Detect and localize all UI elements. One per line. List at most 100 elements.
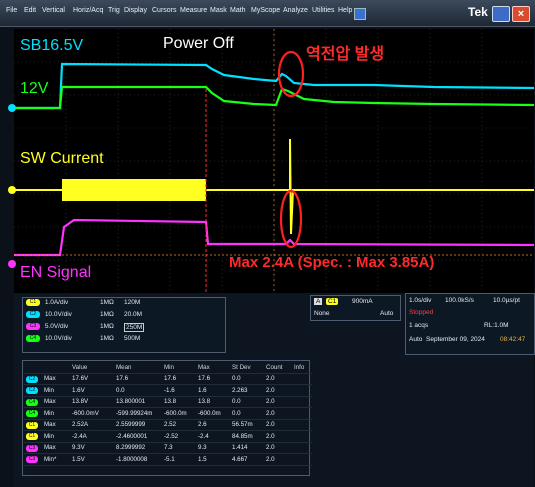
measurement-stdev-cell: 0.0 — [230, 373, 264, 385]
measurement-row[interactable]: C1 Min -2.4A -2.4600001 -2.52 -2.4 84.85m 2.0 — [24, 430, 312, 443]
c4-bw: 500M — [124, 335, 141, 342]
measurement-min-cell: -5.1 — [162, 453, 196, 466]
menu-bar: File Edit Vertical Horiz/Acq Trig Displa… — [0, 0, 535, 27]
measurement-type-cell: Min — [42, 430, 70, 443]
header-stdev: St Dev — [230, 362, 264, 374]
ch3-level-marker-icon[interactable] — [8, 260, 16, 268]
resolution: 10.0µs/pt — [493, 297, 520, 304]
measurement-channel-chip: C4 — [26, 398, 38, 406]
annotation-sb16v: SB16.5V — [20, 37, 84, 54]
measurement-row[interactable]: C1 Max 2.52A 2.5599999 2.52 2.6 56.57m 2.0 — [24, 419, 312, 431]
measurement-count-cell: 2.0 — [264, 396, 292, 408]
measurement-info-cell — [292, 442, 312, 454]
measurement-max-cell: 9.3 — [196, 442, 230, 454]
menu-help[interactable]: Help — [338, 7, 352, 14]
c2-chip: C2 — [26, 311, 40, 318]
acq-time: 08:42:47 — [500, 336, 526, 343]
annotation-power-off: Power Off — [163, 35, 234, 52]
acq-count: 1 acqs — [409, 322, 429, 329]
measurement-info-cell — [292, 407, 312, 420]
measurement-min-cell: -2.52 — [162, 430, 196, 443]
brand-logo: Tek — [468, 5, 488, 19]
measurement-type-cell: Max — [42, 396, 70, 408]
measurement-type-cell: Max — [42, 419, 70, 431]
channel-row-c3[interactable]: C3 5.0V/div 1MΩ 250M — [26, 323, 145, 333]
measurement-min-cell: 17.6 — [162, 373, 196, 385]
measurement-row[interactable]: C2 Min 1.6V 0.0 -1.6 1.6 2.263 2.0 — [24, 384, 312, 397]
measurement-max-cell: -2.4 — [196, 430, 230, 443]
trigger-mode: Auto — [380, 310, 394, 317]
menu-vertical[interactable]: Vertical — [42, 7, 65, 14]
measurement-row[interactable]: C4 Min -600.0mV -599.99924m -600.0m -600.0m 0.… — [24, 407, 312, 420]
measurement-info-cell — [292, 384, 312, 397]
measurement-channel-cell: C4 — [24, 396, 42, 408]
measurement-row[interactable]: C3 Min* 1.5V -1.8000008 -5.1 1.5 4.667 2.0 — [24, 453, 312, 466]
measurement-row[interactable]: C3 Max 9.3V 8.2999992 7.3 9.3 1.414 2.0 — [24, 442, 312, 454]
header-chip — [24, 362, 42, 374]
measurement-info-cell — [292, 453, 312, 466]
measurement-row[interactable]: C4 Max 13.8V 13.800001 13.8 13.8 0.0 2.0 — [24, 396, 312, 408]
measurement-count-cell: 2.0 — [264, 453, 292, 466]
annotation-max-current: Max 2.4A (Spec. : Max 3.85A) — [229, 254, 435, 271]
ch1-level-marker-icon[interactable] — [8, 186, 16, 194]
measurement-value-cell: 1.5V — [70, 453, 114, 466]
c1-bw: 120M — [124, 299, 141, 306]
measurement-channel-cell: C2 — [24, 384, 42, 397]
measurement-info-cell — [292, 419, 312, 431]
measurement-type-cell: Min — [42, 384, 70, 397]
menu-edit[interactable]: Edit — [24, 7, 36, 14]
menu-utilities[interactable]: Utilities — [312, 7, 335, 14]
measurement-channel-chip: C4 — [26, 410, 38, 418]
header-count: Count — [264, 362, 292, 374]
measurement-mean-cell: 8.2999992 — [114, 442, 162, 454]
trigger-label: A — [314, 298, 323, 305]
record-length: RL:1.0M — [484, 322, 509, 329]
measurement-channel-cell: C1 — [24, 419, 42, 431]
c1-impedance: 1MΩ — [100, 299, 114, 306]
menu-file[interactable]: File — [6, 7, 17, 14]
channel-row-c2[interactable]: C2 10.0V/div 1MΩ 20.0M — [26, 311, 142, 321]
c2-scale: 10.0V/div — [44, 311, 72, 319]
channel-row-c1[interactable]: C1 1.0A/div 1MΩ 120M — [26, 299, 140, 309]
measurement-max-cell: -600.0m — [196, 407, 230, 420]
c3-bw: 250M — [124, 323, 145, 332]
header-value: Value — [70, 362, 114, 374]
menu-trig[interactable]: Trig — [108, 7, 120, 14]
channel-row-c4[interactable]: C4 10.0V/div 1MΩ 500M — [26, 335, 140, 345]
measurement-count-cell: 2.0 — [264, 384, 292, 397]
measurement-stdev-cell: 1.414 — [230, 442, 264, 454]
measurement-row[interactable]: C2 Max 17.6V 17.6 17.6 17.6 0.0 2.0 — [24, 373, 312, 385]
menu-mask[interactable]: Mask — [210, 7, 227, 14]
measurement-max-cell: 1.6 — [196, 384, 230, 397]
minimize-button[interactable] — [492, 6, 510, 22]
measurement-mean-cell: 2.5599999 — [114, 419, 162, 431]
measurement-min-cell: 13.8 — [162, 396, 196, 408]
measurement-min-cell: -1.6 — [162, 384, 196, 397]
menu-myscope[interactable]: MyScope — [251, 7, 280, 14]
measurement-channel-chip: C1 — [26, 421, 38, 429]
measurement-min-cell: -600.0m — [162, 407, 196, 420]
measurement-max-cell: 17.6 — [196, 373, 230, 385]
trigger-coupling: None — [314, 310, 330, 317]
header-min: Min — [162, 362, 196, 374]
trigger-source: C1 — [326, 298, 339, 305]
measurement-mean-cell: 0.0 — [114, 384, 162, 397]
menu-horiz-acq[interactable]: Horiz/Acq — [73, 7, 103, 14]
c3-chip: C3 — [26, 323, 40, 330]
menu-math[interactable]: Math — [230, 7, 246, 14]
menu-cursors[interactable]: Cursors — [152, 7, 177, 14]
menu-dropdown-icon[interactable] — [354, 8, 366, 20]
menu-display[interactable]: Display — [124, 7, 147, 14]
close-button[interactable]: × — [512, 6, 530, 22]
measurement-value-cell: 1.6V — [70, 384, 114, 397]
ch2-level-marker-icon[interactable] — [8, 104, 16, 112]
acq-date: September 09, 2024 — [426, 336, 485, 343]
c3-scale: 5.0V/div — [44, 323, 69, 331]
measurement-channel-chip: C3 — [26, 444, 38, 452]
menu-analyze[interactable]: Analyze — [283, 7, 308, 14]
measurement-channel-cell: C2 — [24, 373, 42, 385]
measurement-type-cell: Max — [42, 373, 70, 385]
measurement-count-cell: 2.0 — [264, 430, 292, 443]
menu-measure[interactable]: Measure — [180, 7, 207, 14]
header-max: Max — [196, 362, 230, 374]
